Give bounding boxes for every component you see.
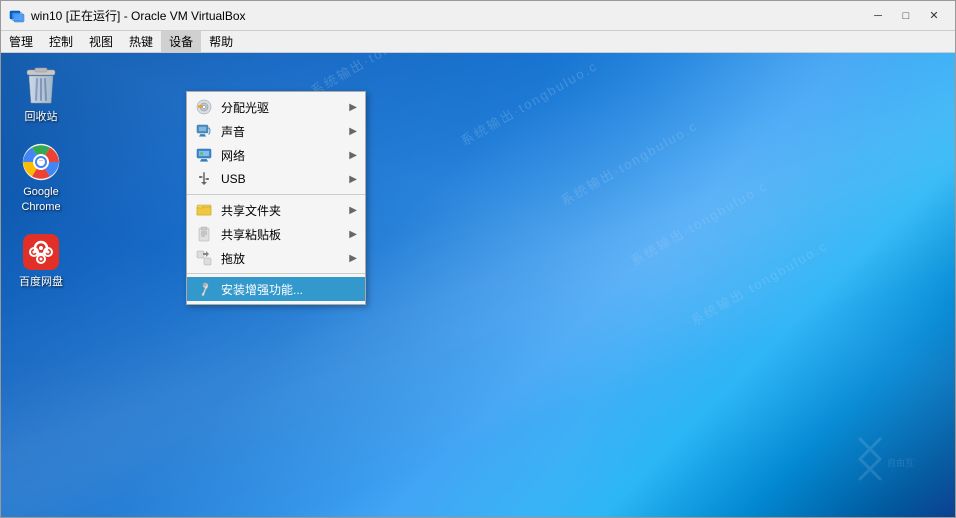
install-icon — [195, 280, 213, 298]
usb-arrow: ▶ — [349, 174, 357, 185]
baidu-icon-label: 百度网盘 — [19, 275, 63, 289]
title-bar: win10 [正在运行] - Oracle VM VirtualBox ─ □ … — [1, 1, 955, 31]
maximize-button[interactable]: □ — [893, 6, 919, 26]
chrome-desktop-icon[interactable]: GoogleChrome — [11, 138, 71, 218]
network-arrow: ▶ — [349, 150, 357, 161]
baidu-netdisk-icon[interactable]: 百度网盘 — [11, 228, 71, 293]
usb-label: USB — [221, 172, 341, 186]
menu-sound[interactable]: 声音 ▶ — [187, 119, 365, 143]
menu-install-guest-additions[interactable]: 安装增强功能... — [187, 277, 365, 301]
chrome-icon-label: GoogleChrome — [21, 185, 60, 214]
recycle-bin-svg — [23, 67, 59, 107]
title-bar-left: win10 [正在运行] - Oracle VM VirtualBox — [9, 7, 246, 24]
virtualbox-window: win10 [正在运行] - Oracle VM VirtualBox ─ □ … — [0, 0, 956, 518]
menu-devices[interactable]: 设备 — [161, 31, 201, 52]
watermark-3: 系统输出·tongbuluo.c — [557, 115, 701, 209]
menu-usb[interactable]: USB ▶ — [187, 167, 365, 191]
chrome-icon-svg — [21, 142, 61, 182]
watermark-4: 系统输出·tongbuluo.c — [627, 175, 771, 269]
network-icon — [195, 146, 213, 164]
desktop-icons: 回收站 — [11, 63, 71, 293]
devices-dropdown-menu: 分配光驱 ▶ 声音 — [186, 91, 366, 305]
usb-icon — [195, 170, 213, 188]
shared-clipboard-icon — [195, 225, 213, 243]
drag-drop-label: 拖放 — [221, 250, 341, 267]
menu-separator-2 — [187, 273, 365, 274]
title-bar-buttons: ─ □ ✕ — [865, 6, 947, 26]
recycle-bin-icon[interactable]: 回收站 — [11, 63, 71, 128]
main-area: 系统输出·tongbuluo.c 系统输出·tongbuluo.c 系统输出·t… — [1, 53, 955, 517]
virtualbox-icon — [9, 8, 25, 24]
recycle-bin-image — [21, 67, 61, 107]
watermark-5: 系统输出·tongbuluo.c — [687, 235, 831, 329]
menu-cd-drive[interactable]: 分配光驱 ▶ — [187, 95, 365, 119]
menu-shared-folder[interactable]: 共享文件夹 ▶ — [187, 198, 365, 222]
cd-drive-arrow: ▶ — [349, 102, 357, 113]
shared-folder-label: 共享文件夹 — [221, 202, 341, 219]
menu-separator-1 — [187, 194, 365, 195]
menu-help[interactable]: 帮助 — [201, 31, 241, 52]
sound-arrow: ▶ — [349, 126, 357, 137]
menu-bar: 管理 控制 视图 热键 设备 帮助 — [1, 31, 955, 53]
light-streak-2 — [1, 53, 955, 517]
menu-drag-drop[interactable]: 拖放 ▶ — [187, 246, 365, 270]
drag-drop-arrow: ▶ — [349, 253, 357, 264]
shared-folder-arrow: ▶ — [349, 205, 357, 216]
baidu-icon-svg — [21, 232, 61, 272]
sound-label: 声音 — [221, 123, 341, 140]
minimize-button[interactable]: ─ — [865, 6, 891, 26]
baidu-icon-image — [21, 232, 61, 272]
menu-network[interactable]: 网络 ▶ — [187, 143, 365, 167]
desktop-background: 系统输出·tongbuluo.c 系统输出·tongbuluo.c 系统输出·t… — [1, 53, 955, 517]
title-text: win10 [正在运行] - Oracle VM VirtualBox — [31, 7, 246, 24]
install-label: 安装增强功能... — [221, 281, 357, 298]
sound-icon — [195, 122, 213, 140]
light-streak-1 — [1, 53, 955, 517]
shared-clipboard-arrow: ▶ — [349, 229, 357, 240]
shared-folder-icon — [195, 201, 213, 219]
win-watermark: 自由互联 — [855, 434, 915, 487]
cd-drive-label: 分配光驱 — [221, 99, 341, 116]
menu-shared-clipboard[interactable]: 共享粘贴板 ▶ — [187, 222, 365, 246]
cd-drive-icon — [195, 98, 213, 116]
menu-manage[interactable]: 管理 — [1, 31, 41, 52]
drag-drop-icon — [195, 249, 213, 267]
watermark-overlay: 系统输出·tongbuluo.c 系统输出·tongbuluo.c 系统输出·t… — [1, 53, 955, 517]
close-button[interactable]: ✕ — [921, 6, 947, 26]
menu-control[interactable]: 控制 — [41, 31, 81, 52]
chrome-icon-image — [21, 142, 61, 182]
watermark-2: 系统输出·tongbuluo.c — [457, 55, 601, 149]
menu-view[interactable]: 视图 — [81, 31, 121, 52]
shared-clipboard-label: 共享粘贴板 — [221, 226, 341, 243]
recycle-bin-label: 回收站 — [25, 110, 58, 124]
svg-text:自由互联: 自由互联 — [887, 457, 915, 468]
menu-hotkey[interactable]: 热键 — [121, 31, 161, 52]
network-label: 网络 — [221, 147, 341, 164]
